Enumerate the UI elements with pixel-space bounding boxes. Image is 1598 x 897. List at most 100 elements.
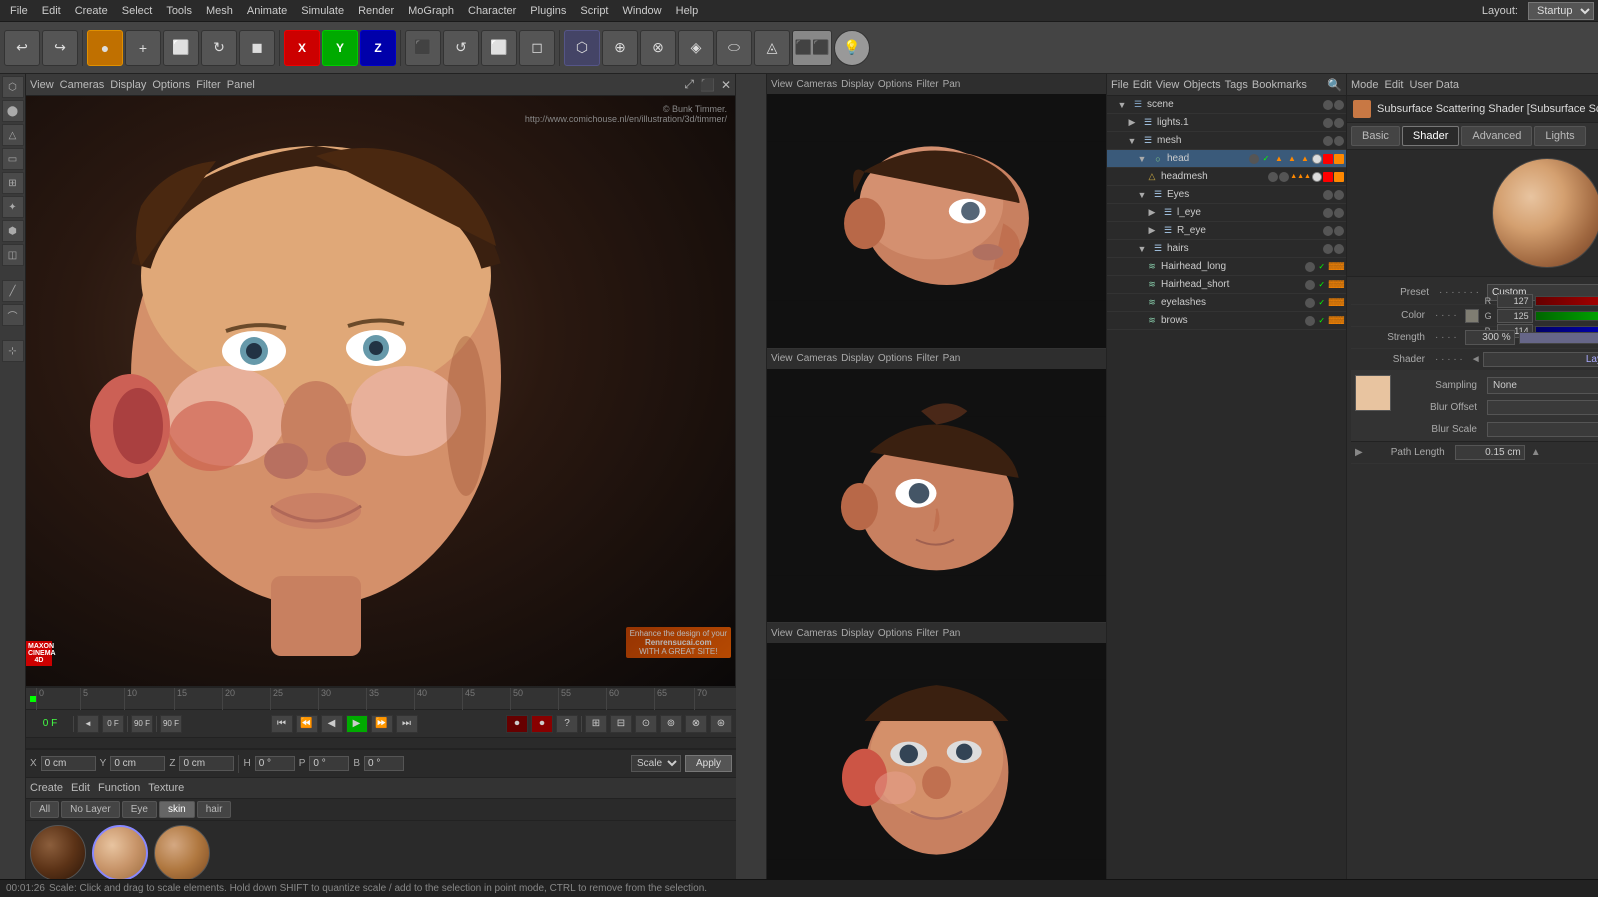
om-search-icon[interactable]: 🔍: [1327, 78, 1342, 92]
om-objects-menu[interactable]: Objects: [1183, 79, 1220, 91]
mini-vp1-options[interactable]: Options: [878, 79, 912, 90]
btn-motion2[interactable]: ⊟: [610, 715, 632, 733]
mini-vp2-options[interactable]: Options: [878, 353, 912, 364]
menu-help[interactable]: Help: [670, 3, 705, 19]
scale-btn2[interactable]: ⬜: [481, 30, 517, 66]
headmesh-tag2[interactable]: [1312, 172, 1322, 182]
mini-vp2-display[interactable]: Display: [841, 353, 874, 364]
path-length-arrow[interactable]: ▲: [1529, 447, 1541, 458]
coord-x[interactable]: [41, 756, 96, 771]
eyelashes-tag[interactable]: ▓▓▓: [1329, 299, 1344, 306]
menu-tools[interactable]: Tools: [160, 3, 198, 19]
obj-lights1[interactable]: ▶ ☰ lights.1: [1107, 114, 1346, 132]
menu-create[interactable]: Create: [69, 3, 114, 19]
vp-controls-2[interactable]: ⬛: [700, 78, 715, 92]
prop-edit-menu[interactable]: Edit: [1385, 79, 1404, 91]
lasso-btn[interactable]: ⬭: [716, 30, 752, 66]
main-vp-filter-menu[interactable]: Filter: [196, 79, 220, 91]
r-slider[interactable]: [1535, 296, 1598, 306]
timeline-ruler[interactable]: 0 5 10 15 20 25 30 35 40 45 50 55: [26, 688, 736, 710]
lights1-lock[interactable]: [1334, 118, 1344, 128]
vp-controls-3[interactable]: ✕: [721, 78, 731, 92]
scale-tool-btn[interactable]: ⬜: [163, 30, 199, 66]
main-vp-cameras-menu[interactable]: Cameras: [60, 79, 105, 91]
tab-shader[interactable]: Shader: [1402, 126, 1459, 146]
mat-texture-menu[interactable]: Texture: [148, 782, 184, 794]
color-swatch[interactable]: [1465, 309, 1479, 323]
mini-vp2-pan[interactable]: Pan: [943, 353, 961, 364]
mat-edit-menu[interactable]: Edit: [71, 782, 90, 794]
mini-vp1-pan[interactable]: Pan: [943, 79, 961, 90]
btn-step-forward[interactable]: ⏩: [371, 715, 393, 733]
toolbox-item-1[interactable]: ⬡: [2, 76, 24, 98]
brows-tag[interactable]: ▓▓▓: [1329, 317, 1344, 324]
hairshort-vis[interactable]: [1305, 280, 1315, 290]
select-btn[interactable]: ◼: [239, 30, 275, 66]
move-btn2[interactable]: ⬛: [405, 30, 441, 66]
mini-vp1-filter[interactable]: Filter: [916, 79, 938, 90]
r-value[interactable]: [1497, 294, 1533, 308]
btn-motion1[interactable]: ⊞: [585, 715, 607, 733]
blur-offset-value[interactable]: [1487, 400, 1598, 415]
mat-tab-nolayer[interactable]: No Layer: [61, 801, 120, 818]
mat-function-menu[interactable]: Function: [98, 782, 140, 794]
coord-apply-btn[interactable]: Apply: [685, 755, 732, 772]
mini-vp1-display[interactable]: Display: [841, 79, 874, 90]
toolbox-item-5[interactable]: ⊞: [2, 172, 24, 194]
mat-tab-hair[interactable]: hair: [197, 801, 232, 818]
btn-start-frame[interactable]: 0 F: [102, 715, 124, 733]
head-tag2[interactable]: ▲: [1286, 153, 1298, 165]
mini-vp2-cameras[interactable]: Cameras: [797, 353, 838, 364]
toolbox-item-3[interactable]: △: [2, 124, 24, 146]
coord-h[interactable]: [255, 756, 295, 771]
coord-y[interactable]: [110, 756, 165, 771]
hairshort-tag[interactable]: ▓▓▓: [1329, 281, 1344, 288]
head-tag1[interactable]: ▲: [1273, 153, 1285, 165]
mini-vp3-filter[interactable]: Filter: [916, 628, 938, 639]
om-file-menu[interactable]: File: [1111, 79, 1129, 91]
frame-current[interactable]: ◄: [77, 715, 99, 733]
move-tool-btn[interactable]: ●: [87, 30, 123, 66]
paint-btn[interactable]: ◈: [678, 30, 714, 66]
lights1-vis[interactable]: [1323, 118, 1333, 128]
mini-vp3-view[interactable]: View: [771, 628, 793, 639]
btn-play[interactable]: ▶: [346, 715, 368, 733]
mesh-vis[interactable]: [1323, 136, 1333, 146]
eyelashes-check[interactable]: ✓: [1316, 297, 1328, 309]
btn-last[interactable]: ⊛: [710, 715, 732, 733]
toolbox-item-8[interactable]: ◫: [2, 244, 24, 266]
mesh-lock[interactable]: [1334, 136, 1344, 146]
headmesh-tag[interactable]: ▲▲▲: [1290, 173, 1311, 180]
head-tag4[interactable]: [1312, 154, 1322, 164]
perspective-btn[interactable]: ⬡: [564, 30, 600, 66]
coord-p[interactable]: [309, 756, 349, 771]
menu-mesh[interactable]: Mesh: [200, 3, 239, 19]
main-viewport-canvas[interactable]: © Bunk Timmer. http://www.comichouse.nl/…: [26, 96, 735, 686]
mini-vp3-pan[interactable]: Pan: [943, 628, 961, 639]
sculpt-btn[interactable]: ◬: [754, 30, 790, 66]
hairs-vis[interactable]: [1323, 244, 1333, 254]
path-length-expand[interactable]: ▶: [1355, 447, 1367, 458]
prop-mode-menu[interactable]: Mode: [1351, 79, 1379, 91]
y-axis-btn[interactable]: Y: [322, 30, 358, 66]
menu-window[interactable]: Window: [617, 3, 668, 19]
leye-lock[interactable]: [1334, 208, 1344, 218]
scene-vis-dot[interactable]: [1323, 100, 1333, 110]
menu-plugins[interactable]: Plugins: [524, 3, 572, 19]
strength-slider[interactable]: [1519, 332, 1598, 344]
mini-canvas-1[interactable]: [767, 94, 1106, 348]
mini-vp3-options[interactable]: Options: [878, 628, 912, 639]
path-length-value[interactable]: [1455, 445, 1525, 460]
tab-advanced[interactable]: Advanced: [1461, 126, 1532, 146]
vp-controls-1[interactable]: ⤢: [684, 77, 694, 92]
menu-file[interactable]: File: [4, 3, 34, 19]
coord-mode-select[interactable]: Scale: [631, 755, 681, 772]
mat-tab-eye[interactable]: Eye: [122, 801, 157, 818]
mat-create-menu[interactable]: Create: [30, 782, 63, 794]
toolbox-item-10[interactable]: ⌒: [2, 304, 24, 326]
menu-edit[interactable]: Edit: [36, 3, 67, 19]
headmesh-tag4[interactable]: [1334, 172, 1344, 182]
om-view-menu[interactable]: View: [1156, 79, 1180, 91]
mini-vp3-display[interactable]: Display: [841, 628, 874, 639]
om-edit-menu[interactable]: Edit: [1133, 79, 1152, 91]
